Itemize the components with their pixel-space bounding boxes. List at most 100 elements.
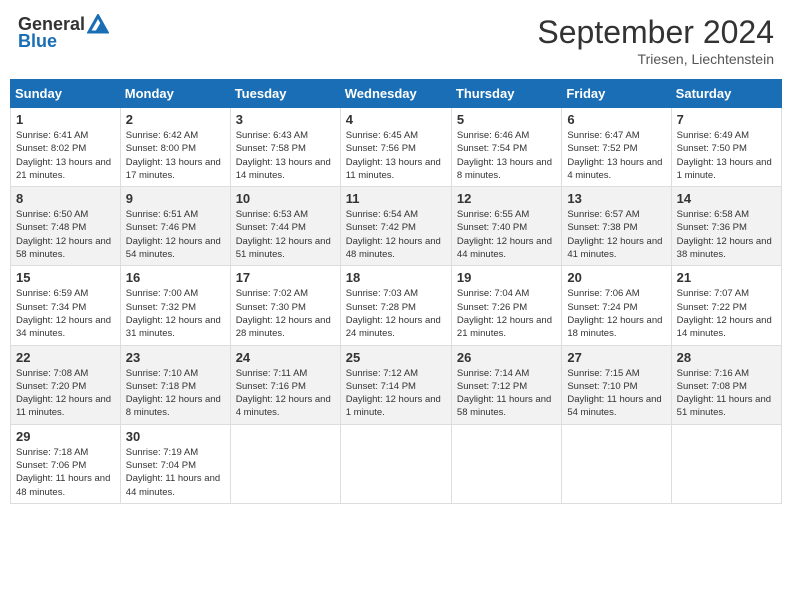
calendar-cell: 5Sunrise: 6:46 AMSunset: 7:54 PMDaylight…	[451, 108, 561, 187]
day-info: Sunrise: 7:02 AMSunset: 7:30 PMDaylight:…	[236, 287, 335, 340]
day-info: Sunrise: 6:53 AMSunset: 7:44 PMDaylight:…	[236, 208, 335, 261]
calendar-cell: 24 Sunrise: 7:11 AMSunset: 7:16 PMDayligh…	[230, 345, 340, 424]
calendar-cell: 29 Sunrise: 7:18 AMSunset: 7:06 PMDayligh…	[11, 424, 121, 503]
day-number: 4	[346, 112, 446, 127]
col-monday: Monday	[120, 80, 230, 108]
day-info: Sunrise: 6:42 AMSunset: 8:00 PMDaylight:…	[126, 129, 225, 182]
day-info: Sunrise: 7:10 AMSunset: 7:18 PMDaylight:…	[126, 367, 225, 420]
calendar-cell	[230, 424, 340, 503]
calendar-cell: 9 Sunrise: 6:51 AMSunset: 7:46 PMDaylight…	[120, 187, 230, 266]
header: General Blue September 2024 Triesen, Lie…	[10, 10, 782, 71]
day-info: Sunrise: 6:43 AMSunset: 7:58 PMDaylight:…	[236, 129, 335, 182]
calendar-cell: 23 Sunrise: 7:10 AMSunset: 7:18 PMDayligh…	[120, 345, 230, 424]
day-info: Sunrise: 7:04 AMSunset: 7:26 PMDaylight:…	[457, 287, 556, 340]
day-number: 10	[236, 191, 335, 206]
calendar-cell: 17 Sunrise: 7:02 AMSunset: 7:30 PMDayligh…	[230, 266, 340, 345]
day-number: 20	[567, 270, 665, 285]
col-sunday: Sunday	[11, 80, 121, 108]
col-friday: Friday	[562, 80, 671, 108]
calendar-cell: 7 Sunrise: 6:49 AMSunset: 7:50 PMDaylight…	[671, 108, 781, 187]
day-number: 22	[16, 350, 115, 365]
calendar-cell: 14 Sunrise: 6:58 AMSunset: 7:36 PMDayligh…	[671, 187, 781, 266]
day-number: 24	[236, 350, 335, 365]
calendar-cell: 20 Sunrise: 7:06 AMSunset: 7:24 PMDayligh…	[562, 266, 671, 345]
calendar-cell: 10 Sunrise: 6:53 AMSunset: 7:44 PMDayligh…	[230, 187, 340, 266]
calendar-cell: 21Sunrise: 7:07 AMSunset: 7:22 PMDayligh…	[671, 266, 781, 345]
day-info: Sunrise: 6:51 AMSunset: 7:46 PMDaylight:…	[126, 208, 225, 261]
calendar-cell: 4 Sunrise: 6:45 AMSunset: 7:56 PMDaylight…	[340, 108, 451, 187]
day-info: Sunrise: 7:00 AMSunset: 7:32 PMDaylight:…	[126, 287, 225, 340]
col-tuesday: Tuesday	[230, 80, 340, 108]
calendar-cell: 18 Sunrise: 7:03 AMSunset: 7:28 PMDayligh…	[340, 266, 451, 345]
calendar-week-row-3: 15 Sunrise: 6:59 AMSunset: 7:34 PMDayligh…	[11, 266, 782, 345]
day-info: Sunrise: 7:15 AMSunset: 7:10 PMDaylight:…	[567, 367, 665, 420]
calendar-week-row-5: 29 Sunrise: 7:18 AMSunset: 7:06 PMDayligh…	[11, 424, 782, 503]
logo: General Blue	[18, 14, 109, 52]
day-info: Sunrise: 6:45 AMSunset: 7:56 PMDaylight:…	[346, 129, 446, 182]
title-section: September 2024 Triesen, Liechtenstein	[537, 14, 774, 67]
day-number: 28	[677, 350, 776, 365]
day-number: 29	[16, 429, 115, 444]
day-number: 23	[126, 350, 225, 365]
calendar-cell: 22 Sunrise: 7:08 AMSunset: 7:20 PMDayligh…	[11, 345, 121, 424]
calendar-cell: 26 Sunrise: 7:14 AMSunset: 7:12 PMDayligh…	[451, 345, 561, 424]
calendar-cell	[671, 424, 781, 503]
logo-icon	[87, 14, 109, 34]
calendar-cell: 3 Sunrise: 6:43 AMSunset: 7:58 PMDaylight…	[230, 108, 340, 187]
day-info: Sunrise: 6:59 AMSunset: 7:34 PMDaylight:…	[16, 287, 115, 340]
day-number: 26	[457, 350, 556, 365]
day-info: Sunrise: 7:03 AMSunset: 7:28 PMDaylight:…	[346, 287, 446, 340]
day-number: 13	[567, 191, 665, 206]
col-wednesday: Wednesday	[340, 80, 451, 108]
day-info: Sunrise: 7:16 AMSunset: 7:08 PMDaylight:…	[677, 367, 776, 420]
calendar-cell: 13Sunrise: 6:57 AMSunset: 7:38 PMDayligh…	[562, 187, 671, 266]
calendar-cell: 11 Sunrise: 6:54 AMSunset: 7:42 PMDayligh…	[340, 187, 451, 266]
calendar-header-row: Sunday Monday Tuesday Wednesday Thursday…	[11, 80, 782, 108]
day-number: 27	[567, 350, 665, 365]
day-info: Sunrise: 6:58 AMSunset: 7:36 PMDaylight:…	[677, 208, 776, 261]
month-title: September 2024	[537, 14, 774, 51]
col-thursday: Thursday	[451, 80, 561, 108]
day-number: 18	[346, 270, 446, 285]
calendar-cell: 25 Sunrise: 7:12 AMSunset: 7:14 PMDayligh…	[340, 345, 451, 424]
day-number: 1	[16, 112, 115, 127]
day-info: Sunrise: 7:14 AMSunset: 7:12 PMDaylight:…	[457, 367, 556, 420]
day-info: Sunrise: 7:06 AMSunset: 7:24 PMDaylight:…	[567, 287, 665, 340]
day-number: 3	[236, 112, 335, 127]
day-number: 30	[126, 429, 225, 444]
day-info: Sunrise: 7:19 AMSunset: 7:04 PMDaylight:…	[126, 446, 225, 499]
calendar-cell: 28 Sunrise: 7:16 AMSunset: 7:08 PMDayligh…	[671, 345, 781, 424]
day-info: Sunrise: 6:41 AMSunset: 8:02 PMDaylight:…	[16, 129, 115, 182]
day-info: Sunrise: 7:18 AMSunset: 7:06 PMDaylight:…	[16, 446, 115, 499]
day-number: 17	[236, 270, 335, 285]
day-number: 21	[677, 270, 776, 285]
day-number: 16	[126, 270, 225, 285]
col-saturday: Saturday	[671, 80, 781, 108]
day-info: Sunrise: 7:08 AMSunset: 7:20 PMDaylight:…	[16, 367, 115, 420]
day-info: Sunrise: 7:12 AMSunset: 7:14 PMDaylight:…	[346, 367, 446, 420]
calendar-week-row-4: 22 Sunrise: 7:08 AMSunset: 7:20 PMDayligh…	[11, 345, 782, 424]
calendar-week-row-1: 1 Sunrise: 6:41 AMSunset: 8:02 PMDaylight…	[11, 108, 782, 187]
day-number: 14	[677, 191, 776, 206]
calendar-cell: 2Sunrise: 6:42 AMSunset: 8:00 PMDaylight…	[120, 108, 230, 187]
calendar-cell: 12Sunrise: 6:55 AMSunset: 7:40 PMDayligh…	[451, 187, 561, 266]
day-number: 15	[16, 270, 115, 285]
calendar-cell: 1 Sunrise: 6:41 AMSunset: 8:02 PMDaylight…	[11, 108, 121, 187]
day-info: Sunrise: 7:11 AMSunset: 7:16 PMDaylight:…	[236, 367, 335, 420]
calendar-cell: 19 Sunrise: 7:04 AMSunset: 7:26 PMDayligh…	[451, 266, 561, 345]
day-info: Sunrise: 6:54 AMSunset: 7:42 PMDaylight:…	[346, 208, 446, 261]
day-number: 25	[346, 350, 446, 365]
day-number: 6	[567, 112, 665, 127]
day-info: Sunrise: 6:49 AMSunset: 7:50 PMDaylight:…	[677, 129, 776, 182]
day-number: 9	[126, 191, 225, 206]
calendar-cell	[562, 424, 671, 503]
day-number: 11	[346, 191, 446, 206]
day-number: 19	[457, 270, 556, 285]
calendar-cell: 15 Sunrise: 6:59 AMSunset: 7:34 PMDayligh…	[11, 266, 121, 345]
calendar-cell: 16 Sunrise: 7:00 AMSunset: 7:32 PMDayligh…	[120, 266, 230, 345]
calendar-week-row-2: 8Sunrise: 6:50 AMSunset: 7:48 PMDaylight…	[11, 187, 782, 266]
day-number: 7	[677, 112, 776, 127]
day-number: 12	[457, 191, 556, 206]
day-info: Sunrise: 6:47 AMSunset: 7:52 PMDaylight:…	[567, 129, 665, 182]
day-info: Sunrise: 6:50 AMSunset: 7:48 PMDaylight:…	[16, 208, 115, 261]
